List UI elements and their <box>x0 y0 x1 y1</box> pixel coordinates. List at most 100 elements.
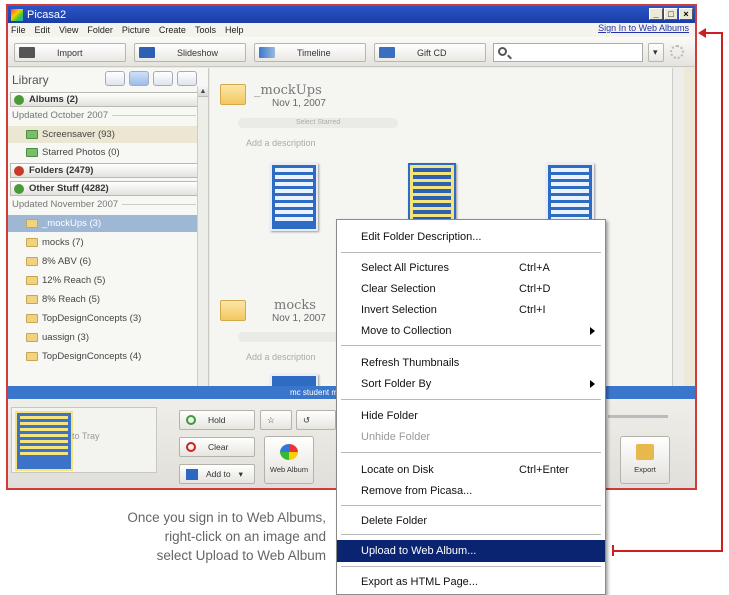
close-button[interactable]: × <box>679 8 693 20</box>
menu-edit[interactable]: Edit <box>35 25 51 35</box>
albums-date-divider: Updated October 2007 <box>12 110 196 121</box>
star-button[interactable]: ☆ <box>260 410 292 430</box>
maximize-button[interactable]: □ <box>664 8 678 20</box>
item-label: mocks (7) <box>42 237 84 248</box>
library-item-mocks[interactable]: mocks (7) <box>8 234 198 251</box>
menu-separator <box>341 566 601 567</box>
select-starred-button[interactable]: Select Starred <box>238 118 398 128</box>
other-date-divider: Updated November 2007 <box>12 199 196 210</box>
collapse-arrow-icon <box>14 166 24 176</box>
menu-item-shortcut: Ctrl+A <box>519 262 550 274</box>
library-item-starred-photos[interactable]: Starred Photos (0) <box>8 144 198 161</box>
menu-help[interactable]: Help <box>225 25 244 35</box>
menu-item-move-to-collection[interactable]: Move to Collection <box>337 320 605 342</box>
clear-button[interactable]: Clear <box>179 437 255 457</box>
menu-file[interactable]: File <box>11 25 26 35</box>
collapse-button[interactable] <box>177 71 197 86</box>
folder-icon <box>220 84 246 105</box>
expand-icon <box>14 95 24 105</box>
library-item-12-reach[interactable]: 12% Reach (5) <box>8 272 198 289</box>
library-item-topdesignconcepts-2[interactable]: TopDesignConcepts (4) <box>8 348 198 365</box>
menu-item-label: Locate on Disk <box>361 464 434 476</box>
item-label: 8% Reach (5) <box>42 294 101 305</box>
instruction-caption: Once you sign in to Web Albums, right-cl… <box>0 508 326 565</box>
menu-item-hide-folder[interactable]: Hide Folder <box>337 405 605 427</box>
menu-item-label: Remove from Picasa... <box>361 485 473 497</box>
callout-arrow-icon <box>698 28 706 38</box>
flat-view-button[interactable] <box>129 71 149 86</box>
menu-item-upload-to-web-album[interactable]: Upload to Web Album... <box>337 540 605 562</box>
folder-icon <box>26 314 38 323</box>
item-label: uassign (3) <box>42 332 89 343</box>
folder-icon <box>26 333 38 342</box>
menu-item-label: Refresh Thumbnails <box>361 357 460 369</box>
folder-name-mocks[interactable]: mocks <box>274 298 316 313</box>
photo-tray[interactable]: to Tray <box>11 407 157 473</box>
menu-item-clear-selection[interactable]: Clear Selection Ctrl+D <box>337 278 605 300</box>
albums-section-header[interactable]: Albums (2) <box>10 92 198 107</box>
menu-item-invert-selection[interactable]: Invert Selection Ctrl+I <box>337 299 605 321</box>
menu-item-delete-folder[interactable]: Delete Folder <box>337 510 605 532</box>
minimize-button[interactable]: _ <box>649 8 663 20</box>
menu-item-export-as-html-page[interactable]: Export as HTML Page... <box>337 571 605 593</box>
tree-view-button[interactable] <box>153 71 173 86</box>
folder-icon <box>220 300 246 321</box>
slideshow-label: Slideshow <box>177 47 219 58</box>
library-item-screensaver[interactable]: Screensaver (93) <box>8 126 198 143</box>
thumbnail-image[interactable] <box>270 374 318 386</box>
menu-item-shortcut: Ctrl+I <box>519 304 546 316</box>
menu-item-remove-from-picasa[interactable]: Remove from Picasa... <box>337 480 605 502</box>
other-stuff-section-header[interactable]: Other Stuff (4282) <box>10 181 198 196</box>
library-item-mockups[interactable]: _mockUps (3) <box>8 215 198 232</box>
item-label: _mockUps (3) <box>42 218 102 229</box>
scroll-up-icon[interactable]: ▲ <box>198 86 208 97</box>
menu-folder[interactable]: Folder <box>87 25 113 35</box>
menu-picture[interactable]: Picture <box>122 25 150 35</box>
library-scrollbar[interactable]: ▲ <box>197 86 208 386</box>
timeline-button[interactable]: Timeline <box>254 43 366 62</box>
import-button[interactable]: Import <box>14 43 126 62</box>
item-label: TopDesignConcepts (4) <box>42 351 142 362</box>
thumbnail-image[interactable] <box>270 163 318 231</box>
export-button[interactable]: Export <box>620 436 670 484</box>
hold-label: Hold <box>208 415 226 425</box>
add-to-button[interactable]: Add to ▾ <box>179 464 255 484</box>
thumbnail-scrollbar[interactable] <box>672 68 684 386</box>
tray-label: to Tray <box>72 431 100 441</box>
library-item-topdesignconcepts[interactable]: TopDesignConcepts (3) <box>8 310 198 327</box>
slideshow-button[interactable]: Slideshow <box>134 43 246 62</box>
menu-item-refresh-thumbnails[interactable]: Refresh Thumbnails <box>337 352 605 374</box>
menu-view[interactable]: View <box>59 25 78 35</box>
menu-item-locate-on-disk[interactable]: Locate on Disk Ctrl+Enter <box>337 459 605 481</box>
search-input[interactable] <box>493 43 643 62</box>
folder-name-mockups[interactable]: _mockUps <box>254 83 322 98</box>
folders-section-header[interactable]: Folders (2479) <box>10 163 198 178</box>
add-to-label: Add to <box>206 469 231 479</box>
hold-button[interactable]: Hold <box>179 410 255 430</box>
folder-description-field[interactable]: Add a description <box>246 138 316 148</box>
menu-item-select-all-pictures[interactable]: Select All Pictures Ctrl+A <box>337 257 605 279</box>
library-item-uassign[interactable]: uassign (3) <box>8 329 198 346</box>
menu-tools[interactable]: Tools <box>195 25 216 35</box>
tray-thumbnail[interactable] <box>15 411 73 471</box>
import-icon <box>19 47 35 58</box>
menu-item-label: Clear Selection <box>361 283 436 295</box>
rotate-button[interactable]: ↺ <box>296 410 336 430</box>
library-item-8-reach[interactable]: 8% Reach (5) <box>8 291 198 308</box>
expand-icon <box>14 184 24 194</box>
web-album-button[interactable]: Web Album <box>264 436 314 484</box>
menu-item-edit-folder-description[interactable]: Edit Folder Description... <box>337 226 605 248</box>
folder-description-field[interactable]: Add a description <box>246 352 316 362</box>
search-options-button[interactable]: ▾ <box>648 43 664 62</box>
folder-icon <box>26 219 38 228</box>
library-item-8-abv[interactable]: 8% ABV (6) <box>8 253 198 270</box>
add-folder-button[interactable] <box>105 71 125 86</box>
caption-line: right-click on an image and <box>164 529 326 544</box>
menu-item-sort-folder-by[interactable]: Sort Folder By <box>337 373 605 395</box>
menu-create[interactable]: Create <box>159 25 186 35</box>
zoom-slider[interactable] <box>608 415 668 418</box>
gift-cd-button[interactable]: Gift CD <box>374 43 486 62</box>
menu-bar: File Edit View Folder Picture Create Too… <box>8 23 695 37</box>
chevron-down-icon: ▾ <box>238 468 243 479</box>
sign-in-web-albums-link[interactable]: Sign In to Web Albums <box>598 23 689 33</box>
